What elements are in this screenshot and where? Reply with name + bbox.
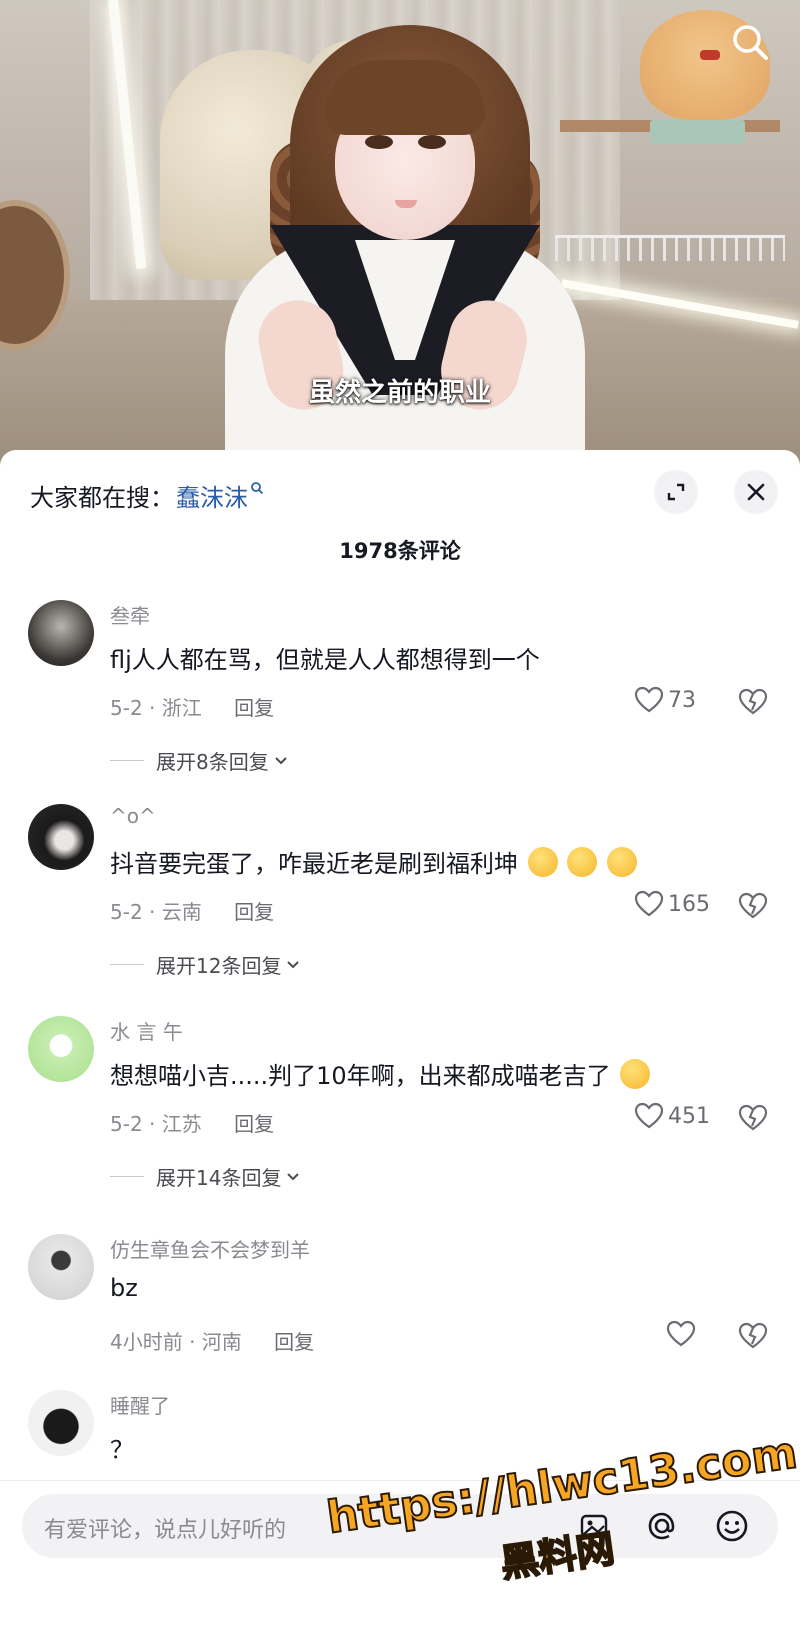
expand-replies-label: 展开14条回复 <box>156 1166 282 1190</box>
avatar[interactable] <box>28 1390 94 1456</box>
expand-replies[interactable]: 展开14条回复 <box>110 1162 301 1191</box>
divider-line <box>110 760 144 761</box>
emoji-icon[interactable] <box>712 1506 752 1546</box>
comment-meta: 4小时前 · 河南 回复 <box>110 1326 314 1355</box>
divider-line <box>110 964 144 965</box>
comment-text-content: 想想喵小吉.....判了10年啊，出来都成喵老吉了 <box>110 1062 611 1090</box>
expand-replies-label: 展开8条回复 <box>156 750 269 774</box>
comment-username[interactable]: 叁牵 <box>110 600 150 629</box>
crying-emoji-icon <box>620 1059 651 1089</box>
background-rack <box>555 235 785 261</box>
like-button[interactable]: 451 <box>634 1102 710 1130</box>
broken-heart-icon <box>738 892 768 919</box>
like-count: 451 <box>668 1103 710 1129</box>
comment-text: bz <box>110 1274 138 1302</box>
dislike-button[interactable] <box>738 688 768 720</box>
comment-meta: 5-2 · 云南 回复 <box>110 896 274 925</box>
reply-button[interactable]: 回复 <box>234 696 274 720</box>
heart-icon <box>634 1102 664 1129</box>
avatar[interactable] <box>28 804 94 870</box>
comment-meta: 5-2 · 浙江 回复 <box>110 692 274 721</box>
girl-bangs <box>325 60 485 135</box>
reply-button[interactable]: 回复 <box>234 1112 274 1136</box>
close-icon <box>747 483 765 501</box>
broken-heart-icon <box>738 688 768 715</box>
mention-icon[interactable] <box>642 1506 682 1546</box>
hot-search-bar[interactable]: 大家都在搜： 蠢沫沫 <box>30 478 264 513</box>
comment-text: flj人人都在骂，但就是人人都想得到一个 <box>110 646 540 674</box>
drooling-emoji-icon <box>527 847 558 877</box>
hot-search-term[interactable]: 蠢沫沫 <box>176 478 248 513</box>
close-button[interactable] <box>734 470 778 514</box>
comment-username[interactable]: 仿生章鱼会不会梦到羊 <box>110 1234 310 1263</box>
girl-eye-left <box>365 135 393 149</box>
expand-replies[interactable]: 展开12条回复 <box>110 950 301 979</box>
heart-icon <box>634 890 664 917</box>
like-button[interactable]: 73 <box>634 686 696 714</box>
broken-heart-icon <box>738 1104 768 1131</box>
divider-line <box>110 1176 144 1177</box>
like-button[interactable] <box>666 1320 700 1348</box>
comment-count: 1978条评论 <box>339 539 461 563</box>
chevron-down-icon <box>275 756 287 764</box>
expand-button[interactable] <box>654 470 698 514</box>
comment-username[interactable]: ^o^ <box>110 804 156 828</box>
comment-text: 抖音要完蛋了，咋最近老是刷到福利坤 <box>110 844 637 880</box>
comment-text-content: 抖音要完蛋了，咋最近老是刷到福利坤 <box>110 850 518 878</box>
like-count: 73 <box>668 687 696 713</box>
search-small-icon <box>250 480 264 499</box>
plush-bow <box>700 50 720 60</box>
heart-icon <box>634 686 664 713</box>
comment-date-location: 5-2 · 江苏 <box>110 1112 202 1136</box>
dislike-button[interactable] <box>738 892 768 924</box>
comment-date-location: 5-2 · 云南 <box>110 900 202 924</box>
like-button[interactable]: 165 <box>634 890 710 918</box>
dislike-button[interactable] <box>738 1322 768 1354</box>
comment-meta: 5-2 · 江苏 回复 <box>110 1108 274 1137</box>
reply-button[interactable]: 回复 <box>274 1330 314 1354</box>
background-book <box>650 120 745 144</box>
video-player[interactable]: 虽然之前的职业 <box>0 0 800 470</box>
expand-replies[interactable]: 展开8条回复 <box>110 746 289 775</box>
comment-input[interactable]: 有爱评论，说点儿好听的 <box>44 1512 286 1544</box>
avatar[interactable] <box>28 1234 94 1300</box>
girl-eye-right <box>418 135 446 149</box>
like-count: 165 <box>668 891 710 917</box>
dislike-button[interactable] <box>738 1104 768 1136</box>
search-icon[interactable] <box>728 20 772 64</box>
drooling-emoji-icon <box>606 847 637 877</box>
expand-replies-label: 展开12条回复 <box>156 954 282 978</box>
comment-text: ？ <box>110 1436 134 1464</box>
comment-text: 想想喵小吉.....判了10年啊，出来都成喵老吉了 <box>110 1056 651 1092</box>
avatar[interactable] <box>28 1016 94 1082</box>
comment-username[interactable]: 睡醒了 <box>110 1390 170 1419</box>
avatar[interactable] <box>28 600 94 666</box>
chevron-down-icon <box>287 960 300 968</box>
heart-icon <box>666 1320 696 1347</box>
broken-heart-icon <box>738 1322 768 1349</box>
drooling-emoji-icon <box>567 847 598 877</box>
chevron-down-icon <box>287 1172 300 1180</box>
comment-username[interactable]: 水 言 午 <box>110 1016 183 1045</box>
expand-icon <box>667 483 685 501</box>
reply-button[interactable]: 回复 <box>234 900 274 924</box>
comment-date-location: 5-2 · 浙江 <box>110 696 202 720</box>
video-subtitle: 虽然之前的职业 <box>308 378 491 408</box>
comment-date-location: 4小时前 · 河南 <box>110 1330 242 1354</box>
hot-search-prefix: 大家都在搜： <box>30 484 174 512</box>
